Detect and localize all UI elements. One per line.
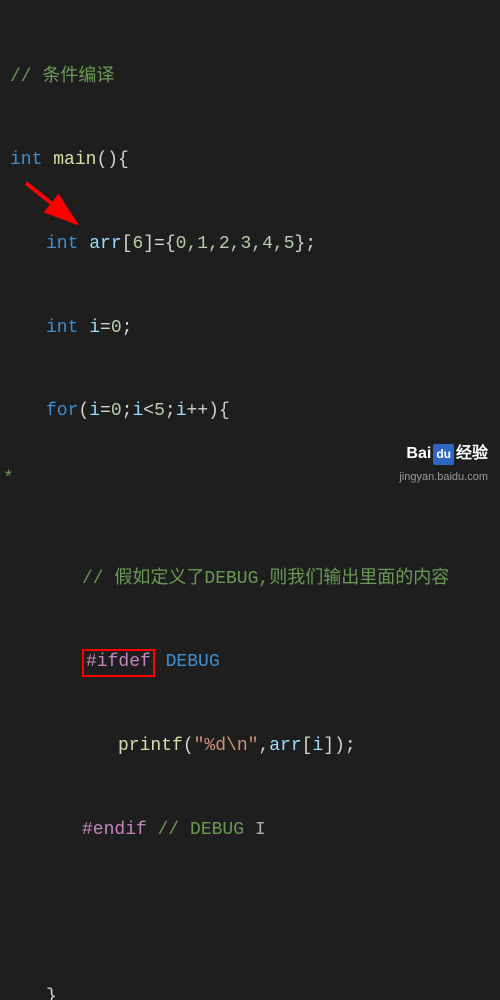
comment: // DEBUG	[158, 820, 244, 840]
func-name: main	[53, 150, 96, 170]
brand-text: Bai	[406, 442, 431, 467]
blank-line	[0, 482, 500, 510]
code-line: #ifdef DEBUG	[0, 649, 500, 677]
macro-symbol: DEBUG	[166, 652, 220, 672]
bracket: ]);	[323, 736, 355, 756]
type-keyword: int	[46, 318, 78, 338]
op: =	[100, 318, 111, 338]
number: 6	[132, 234, 143, 254]
keyword: for	[46, 401, 78, 421]
brace: };	[295, 234, 317, 254]
semi: ;	[122, 318, 133, 338]
brace: {	[165, 234, 176, 254]
semi: ;	[122, 401, 133, 421]
number: 0	[111, 318, 122, 338]
bracket: [	[122, 234, 133, 254]
variable: i	[132, 401, 143, 421]
blank-line	[0, 901, 500, 929]
comma: ,	[258, 736, 269, 756]
code-line: }	[0, 984, 500, 1000]
comment: // 条件编译	[10, 67, 114, 87]
code-line: int arr[6]={0,1,2,3,4,5};	[0, 231, 500, 259]
watermark: Baidu经验 jingyan.baidu.com	[399, 442, 488, 486]
code-line: int i=0;	[0, 315, 500, 343]
variable: i	[89, 401, 100, 421]
watermark-brand: Baidu经验	[399, 442, 488, 467]
modified-indicator: *	[3, 466, 14, 494]
code-line: // 假如定义了DEBUG,则我们输出里面的内容	[0, 566, 500, 594]
op: ++	[187, 401, 209, 421]
bracket: [	[302, 736, 313, 756]
op: =	[100, 401, 111, 421]
brace: {	[118, 150, 129, 170]
paren: ){	[208, 401, 230, 421]
code-line: printf("%d\n",arr[i]);	[0, 733, 500, 761]
type-keyword: int	[46, 234, 78, 254]
code-line: int main(){	[0, 147, 500, 175]
number: 0	[111, 401, 122, 421]
variable: i	[312, 736, 323, 756]
func-name: printf	[118, 736, 183, 756]
comment: // 假如定义了DEBUG,则我们输出里面的内容	[82, 569, 449, 589]
watermark-url: jingyan.baidu.com	[399, 469, 488, 486]
variable: arr	[269, 736, 301, 756]
semi: ;	[165, 401, 176, 421]
paren: (	[183, 736, 194, 756]
variable: i	[89, 318, 100, 338]
highlight-box: #ifdef	[82, 649, 155, 676]
brace: }	[46, 987, 57, 1000]
number: 0,1,2,3,4,5	[176, 234, 295, 254]
brand-box: du	[433, 444, 454, 465]
op: <	[143, 401, 154, 421]
text-cursor-icon: I	[255, 817, 266, 845]
code-line: // 条件编译	[0, 64, 500, 92]
string: "%d\n"	[194, 736, 259, 756]
code-line: for(i=0;i<5;i++){	[0, 398, 500, 426]
macro-endif: #endif	[82, 820, 147, 840]
type-keyword: int	[10, 150, 42, 170]
variable: arr	[89, 234, 121, 254]
code-editor[interactable]: // 条件编译 int main(){ int arr[6]={0,1,2,3,…	[0, 0, 500, 1000]
number: 5	[154, 401, 165, 421]
variable: i	[176, 401, 187, 421]
parens: ()	[96, 150, 118, 170]
paren: (	[78, 401, 89, 421]
code-line: #endif // DEBUG I	[0, 817, 500, 845]
bracket: ]=	[143, 234, 165, 254]
macro-ifdef: #ifdef	[86, 652, 151, 672]
brand-text: 经验	[456, 442, 488, 467]
